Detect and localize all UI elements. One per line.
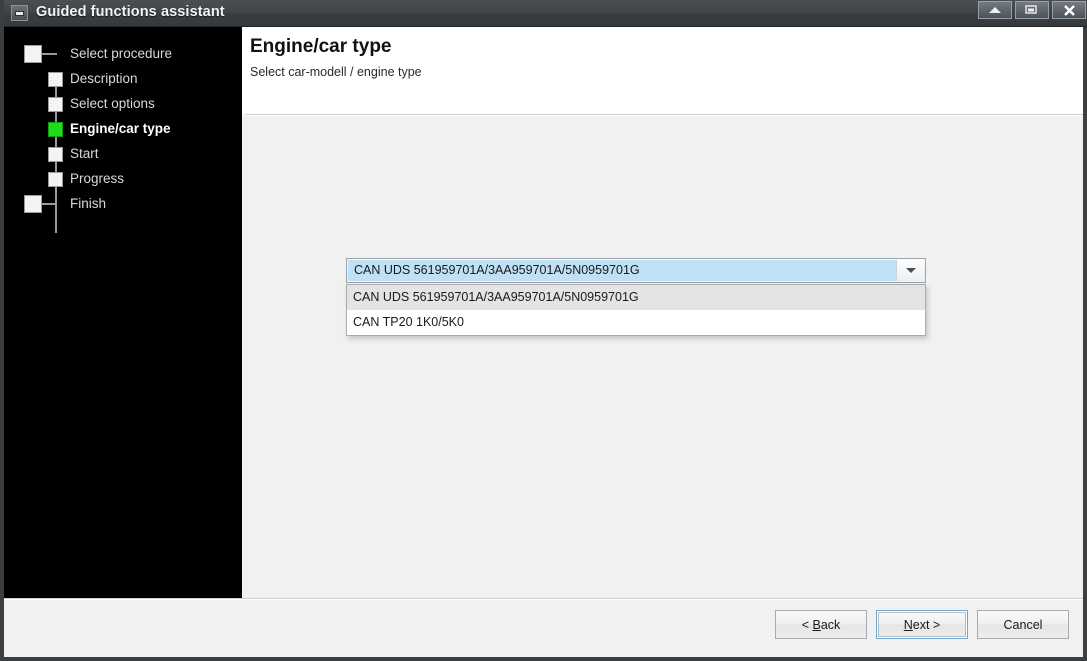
combobox-selected-value[interactable]: CAN UDS 561959701A/3AA959701A/5N0959701G bbox=[348, 260, 896, 281]
sidebar-item-start[interactable]: Start bbox=[70, 146, 99, 161]
window-title: Guided functions assistant bbox=[36, 4, 225, 20]
cancel-button[interactable]: Cancel bbox=[977, 610, 1069, 639]
page-title: Engine/car type bbox=[250, 36, 392, 57]
footer-divider-highlight bbox=[4, 599, 1083, 600]
step-node-select-procedure[interactable] bbox=[24, 45, 42, 63]
back-button[interactable]: < Back bbox=[775, 610, 867, 639]
dropdown-option[interactable]: CAN UDS 561959701A/3AA959701A/5N0959701G bbox=[347, 285, 925, 310]
sidebar-item-description[interactable]: Description bbox=[70, 71, 138, 86]
step-node-select-options[interactable] bbox=[48, 97, 63, 112]
header-divider-highlight bbox=[246, 115, 1083, 116]
minimize-button[interactable] bbox=[978, 1, 1012, 19]
restore-button[interactable] bbox=[1015, 1, 1049, 19]
window-menu-icon[interactable] bbox=[11, 5, 28, 21]
wizard-button-row: < Back Next > Cancel bbox=[775, 610, 1069, 639]
guided-functions-assistant-window: Guided functions assistant Select proced… bbox=[0, 0, 1087, 661]
step-node-progress[interactable] bbox=[48, 172, 63, 187]
dropdown-option[interactable]: CAN TP20 1K0/5K0 bbox=[347, 310, 925, 335]
chevron-down-icon[interactable] bbox=[896, 260, 924, 281]
close-button[interactable] bbox=[1052, 1, 1086, 19]
step-node-start[interactable] bbox=[48, 147, 63, 162]
sidebar-item-engine-car-type[interactable]: Engine/car type bbox=[70, 121, 171, 136]
next-button[interactable]: Next > bbox=[876, 610, 968, 639]
page-header: Engine/car type Select car-modell / engi… bbox=[242, 27, 1083, 114]
window-controls bbox=[978, 1, 1086, 19]
step-tree: Select procedure Description Select opti… bbox=[4, 27, 242, 598]
footer-bar: < Back Next > Cancel bbox=[4, 598, 1083, 653]
sidebar-item-select-options[interactable]: Select options bbox=[70, 96, 155, 111]
engine-type-combobox[interactable]: CAN UDS 561959701A/3AA959701A/5N0959701G bbox=[346, 258, 926, 283]
step-node-description[interactable] bbox=[48, 72, 63, 87]
sidebar-item-progress[interactable]: Progress bbox=[70, 171, 124, 186]
content-panel: Engine/car type Select car-modell / engi… bbox=[242, 27, 1083, 598]
step-navigation-sidebar: Select procedure Description Select opti… bbox=[4, 27, 242, 598]
engine-type-selector: CAN UDS 561959701A/3AA959701A/5N0959701G… bbox=[346, 258, 926, 336]
step-node-finish[interactable] bbox=[24, 195, 42, 213]
combobox-dropdown-list: CAN UDS 561959701A/3AA959701A/5N0959701G… bbox=[346, 284, 926, 336]
sidebar-item-select-procedure[interactable]: Select procedure bbox=[70, 46, 172, 61]
page-subtitle: Select car-modell / engine type bbox=[250, 65, 422, 79]
sidebar-item-finish[interactable]: Finish bbox=[70, 196, 106, 211]
step-node-engine-car-type[interactable] bbox=[48, 122, 63, 137]
title-bar: Guided functions assistant bbox=[4, 0, 1087, 27]
tree-connector-top bbox=[42, 53, 57, 55]
